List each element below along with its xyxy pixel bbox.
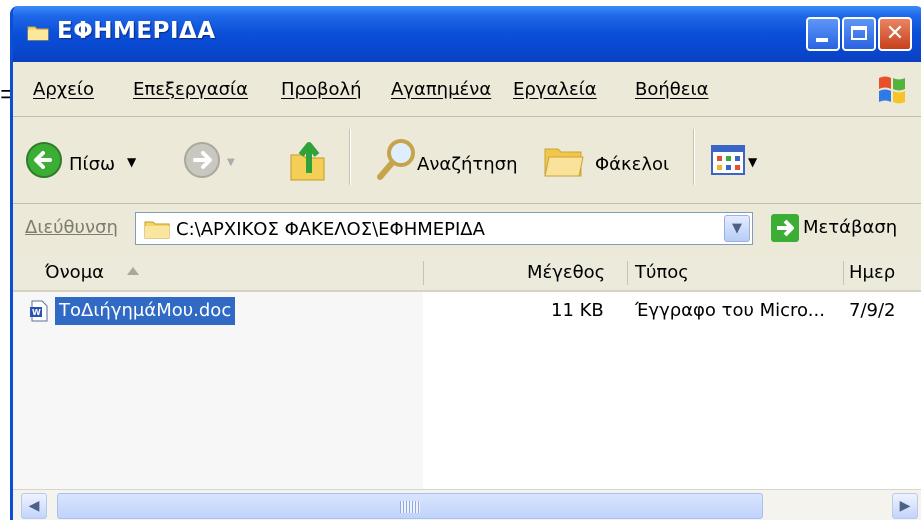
back-arrow-icon [26,142,62,178]
forward-arrow-icon [184,142,220,178]
folders-icon [544,148,584,177]
column-header-date[interactable]: Ημερ [849,256,895,290]
column-divider[interactable] [423,261,424,285]
close-button[interactable]: ✕ [878,17,912,51]
go-arrow-icon[interactable] [771,214,799,242]
menu-view[interactable]: Προβολή [281,79,362,100]
back-label[interactable]: Πίσω [69,154,115,175]
up-folder-icon [290,142,325,181]
views-button[interactable] [711,145,745,180]
menu-tools[interactable]: Εργαλεία [513,79,597,100]
scroll-grip-icon [400,501,420,513]
scroll-thumb[interactable] [57,493,763,519]
menu-bar: Αρχείο Επεξεργασία Προβολή Αγαπημένα Εργ… [13,62,921,117]
back-button[interactable] [25,141,63,184]
list-header: Όνομα Μέγεθος Τύπος Ημερ [13,256,921,292]
list-item[interactable]: W ΤοΔιήγημάΜου.doc 11 KB Έγγραφο του Mic… [13,296,921,326]
file-name[interactable]: ΤοΔιήγημάΜου.doc [55,297,236,325]
explorer-window: ΕΦΗΜΕΡΙΔΑ ✕ Αρχείο Επεξεργασία Προβολή Α… [10,6,921,520]
toolbar-separator [349,129,351,185]
column-divider[interactable] [627,261,628,285]
column-divider[interactable] [843,261,844,285]
forward-dropdown-icon[interactable]: ▼ [227,157,235,168]
maximize-icon [851,26,867,40]
svg-text:W: W [32,308,41,317]
menu-favorites[interactable]: Αγαπημένα [391,79,491,100]
toolbar-separator [693,129,695,185]
go-button-label[interactable]: Μετάβαση [803,217,897,238]
file-size: 11 KB [551,300,604,321]
folders-button[interactable] [543,141,585,184]
folder-icon [144,221,170,239]
file-type: Έγγραφο του Micro... [635,300,825,321]
forward-button[interactable] [183,141,221,184]
address-label: Διεύθυνση [25,217,118,238]
file-date: 7/9/2 [849,300,896,321]
file-list: Όνομα Μέγεθος Τύπος Ημερ W ΤοΔιήγημάΜου.… [13,256,921,489]
search-label[interactable]: Αναζήτηση [417,154,518,175]
column-header-type[interactable]: Τύπος [635,256,689,290]
close-icon: ✕ [885,21,905,46]
up-folder-button[interactable] [289,137,329,188]
address-bar: Διεύθυνση C:\ΑΡΧΙΚΟΣ ΦΑΚΕΛΟΣ\ΕΦΗΜΕΡΙΔΑ ▼… [13,204,921,254]
menu-help[interactable]: Βοήθεια [635,79,708,100]
views-dropdown-icon[interactable]: ▼ [748,155,757,169]
address-input[interactable]: C:\ΑΡΧΙΚΟΣ ΦΑΚΕΛΟΣ\ΕΦΗΜΕΡΙΔΑ ▼ [135,212,753,245]
scroll-left-button[interactable]: ◀ [21,493,47,519]
maximize-button[interactable] [842,17,876,51]
minimize-icon [816,38,828,42]
title-bar[interactable]: ΕΦΗΜΕΡΙΔΑ ✕ [13,6,921,62]
back-dropdown-icon[interactable]: ▼ [127,155,136,169]
horizontal-scrollbar[interactable]: ◀ ▶ [13,489,921,520]
windows-logo-icon [879,76,905,104]
menu-edit[interactable]: Επεξεργασία [133,79,248,100]
toolbar: Πίσω ▼ ▼ Αναζήτηση Φάκελοι ▼ [13,117,921,204]
window-title: ΕΦΗΜΕΡΙΔΑ [57,18,216,44]
address-path: C:\ΑΡΧΙΚΟΣ ΦΑΚΕΛΟΣ\ΕΦΗΜΕΡΙΔΑ [176,219,485,240]
minimize-button[interactable] [806,17,840,51]
folder-icon [27,26,49,41]
column-header-size[interactable]: Μέγεθος [527,256,605,290]
sort-ascending-icon [127,267,139,275]
search-icon [377,139,415,180]
scroll-right-button[interactable]: ▶ [892,493,918,519]
column-header-name[interactable]: Όνομα [45,256,104,290]
word-document-icon: W [30,300,48,322]
folders-label[interactable]: Φάκελοι [595,154,669,175]
menu-file[interactable]: Αρχείο [33,79,94,100]
views-grid-icon [711,145,745,175]
search-button[interactable] [375,137,417,186]
address-dropdown-icon[interactable]: ▼ [724,215,750,242]
